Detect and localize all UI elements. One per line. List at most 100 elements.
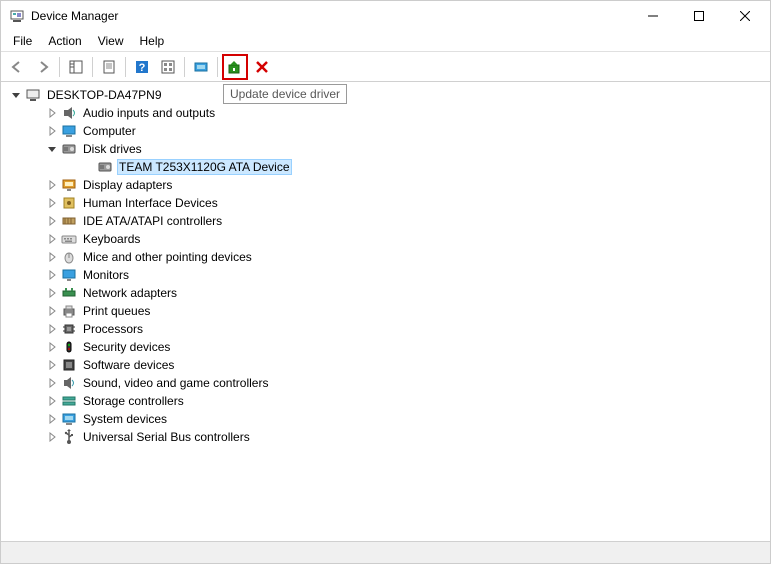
toolbar-separator: [217, 57, 218, 77]
ide-icon: [61, 213, 77, 229]
tree-node-label[interactable]: Sound, video and game controllers: [81, 376, 270, 390]
update-driver-button[interactable]: [222, 54, 248, 80]
tree-node-label[interactable]: Human Interface Devices: [81, 196, 220, 210]
expand-icon[interactable]: [45, 232, 59, 246]
tree-node-label[interactable]: Audio inputs and outputs: [81, 106, 217, 120]
tree-node[interactable]: Security devices: [27, 338, 770, 356]
tree-node[interactable]: Mice and other pointing devices: [27, 248, 770, 266]
expand-icon[interactable]: [45, 178, 59, 192]
monitor-icon: [61, 267, 77, 283]
tree-node[interactable]: Audio inputs and outputs: [27, 104, 770, 122]
menu-file[interactable]: File: [5, 32, 40, 50]
disk-icon: [61, 141, 77, 157]
expand-icon[interactable]: [45, 376, 59, 390]
tree-node-label[interactable]: IDE ATA/ATAPI controllers: [81, 214, 224, 228]
network-icon: [61, 285, 77, 301]
uninstall-device-button[interactable]: [250, 55, 274, 79]
tree-node-label[interactable]: DESKTOP-DA47PN9: [45, 88, 164, 102]
device-tree: DESKTOP-DA47PN9 Audio inputs and outputs C…: [9, 86, 770, 446]
help-button[interactable]: ?: [130, 55, 154, 79]
tree-node[interactable]: Keyboards: [27, 230, 770, 248]
tree-node-label[interactable]: Computer: [81, 124, 138, 138]
expand-icon[interactable]: [45, 412, 59, 426]
toolbar: ?: [1, 52, 770, 82]
computer-icon: [61, 123, 77, 139]
app-icon: [9, 8, 25, 24]
computer-root-icon: [25, 87, 41, 103]
tree-node-label[interactable]: Keyboards: [81, 232, 142, 246]
tree-node-label[interactable]: System devices: [81, 412, 169, 426]
svg-text:?: ?: [139, 62, 146, 74]
tree-pane[interactable]: DESKTOP-DA47PN9 Audio inputs and outputs C…: [1, 82, 770, 541]
tree-node[interactable]: Human Interface Devices: [27, 194, 770, 212]
show-hide-tree-button[interactable]: [64, 55, 88, 79]
menu-view[interactable]: View: [90, 32, 132, 50]
tree-node-label[interactable]: Storage controllers: [81, 394, 186, 408]
security-icon: [61, 339, 77, 355]
software-icon: [61, 357, 77, 373]
tree-node-label[interactable]: Software devices: [81, 358, 176, 372]
tree-node-label[interactable]: Display adapters: [81, 178, 174, 192]
tree-node-label[interactable]: Processors: [81, 322, 145, 336]
expand-icon[interactable]: [45, 106, 59, 120]
statusbar: [1, 541, 770, 563]
tree-node[interactable]: Disk drives: [27, 140, 770, 158]
tree-node-label[interactable]: Monitors: [81, 268, 131, 282]
expand-icon[interactable]: [45, 322, 59, 336]
window-title: Device Manager: [31, 9, 630, 23]
tree-node[interactable]: Sound, video and game controllers: [27, 374, 770, 392]
expand-icon[interactable]: [45, 124, 59, 138]
forward-button[interactable]: [31, 55, 55, 79]
tooltip-update-driver: Update device driver: [223, 84, 347, 104]
tree-node[interactable]: Network adapters: [27, 284, 770, 302]
collapse-icon[interactable]: [45, 142, 59, 156]
tree-node-label[interactable]: TEAM T253X1120G ATA Device: [117, 159, 292, 175]
expand-icon[interactable]: [45, 358, 59, 372]
menu-help[interactable]: Help: [132, 32, 173, 50]
keyboard-icon: [61, 231, 77, 247]
properties-button[interactable]: [97, 55, 121, 79]
tree-node[interactable]: Universal Serial Bus controllers: [27, 428, 770, 446]
tree-node[interactable]: Computer: [27, 122, 770, 140]
tree-node-label[interactable]: Universal Serial Bus controllers: [81, 430, 252, 444]
tree-node-label[interactable]: Disk drives: [81, 142, 144, 156]
expand-icon[interactable]: [45, 304, 59, 318]
tree-node[interactable]: Software devices: [27, 356, 770, 374]
tree-node[interactable]: Storage controllers: [27, 392, 770, 410]
tree-node[interactable]: DESKTOP-DA47PN9: [9, 86, 770, 104]
tree-node-label[interactable]: Mice and other pointing devices: [81, 250, 254, 264]
tree-node[interactable]: TEAM T253X1120G ATA Device: [45, 158, 770, 176]
menu-action[interactable]: Action: [40, 32, 89, 50]
expand-icon[interactable]: [45, 250, 59, 264]
disk-icon: [97, 159, 113, 175]
close-button[interactable]: [722, 1, 768, 31]
hid-icon: [61, 195, 77, 211]
expand-icon[interactable]: [45, 394, 59, 408]
toolbar-separator: [184, 57, 185, 77]
tree-node[interactable]: Print queues: [27, 302, 770, 320]
tree-node[interactable]: Monitors: [27, 266, 770, 284]
expand-icon[interactable]: [45, 340, 59, 354]
tree-node-label[interactable]: Network adapters: [81, 286, 179, 300]
tree-node-label[interactable]: Security devices: [81, 340, 172, 354]
sound-icon: [61, 375, 77, 391]
tree-node-label[interactable]: Print queues: [81, 304, 152, 318]
scan-hardware-button[interactable]: [189, 55, 213, 79]
expand-icon[interactable]: [45, 430, 59, 444]
maximize-button[interactable]: [676, 1, 722, 31]
tree-node[interactable]: System devices: [27, 410, 770, 428]
minimize-button[interactable]: [630, 1, 676, 31]
window-controls: [630, 1, 768, 31]
expand-icon[interactable]: [45, 286, 59, 300]
tree-node[interactable]: Processors: [27, 320, 770, 338]
mouse-icon: [61, 249, 77, 265]
show-hidden-button[interactable]: [156, 55, 180, 79]
back-button[interactable]: [5, 55, 29, 79]
expand-icon[interactable]: [45, 214, 59, 228]
expand-icon[interactable]: [45, 268, 59, 282]
tree-node[interactable]: IDE ATA/ATAPI controllers: [27, 212, 770, 230]
expand-icon[interactable]: [45, 196, 59, 210]
collapse-icon[interactable]: [9, 88, 23, 102]
storage-icon: [61, 393, 77, 409]
tree-node[interactable]: Display adapters: [27, 176, 770, 194]
